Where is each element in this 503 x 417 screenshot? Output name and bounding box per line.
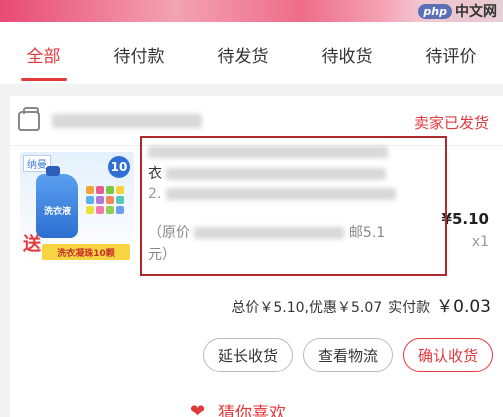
order-card: 卖家已发货 纳曼 10 洗衣液 送 洗衣凝珠10颗 ¥5.10 x1 衣 2. …: [10, 96, 503, 417]
order-tabs: 全部 待付款 待发货 待收货 待评价: [0, 22, 503, 84]
thumb-count-badge: 10: [108, 156, 130, 178]
title-blur-line: [148, 146, 388, 158]
paid-label: 实付款: [388, 300, 431, 316]
tab-pending-shipment[interactable]: 待发货: [214, 23, 273, 85]
tab-pending-review[interactable]: 待评价: [422, 23, 481, 85]
product-thumbnail[interactable]: 纳曼 10 洗衣液 送 洗衣凝珠10颗: [20, 152, 134, 266]
bottle-label: 洗衣液: [44, 207, 72, 217]
watermark-badge: php: [418, 3, 452, 19]
tab-label: 待付款: [113, 46, 165, 67]
shop-icon: [18, 106, 40, 131]
title-blur-line: [165, 188, 396, 200]
extend-receipt-button[interactable]: 延长收货: [202, 338, 293, 372]
order-status: 卖家已发货: [413, 114, 489, 132]
orig-price-suffix: 邮5.1: [348, 225, 386, 241]
tab-label: 待收货: [321, 46, 373, 67]
watermark: php 中文网: [418, 2, 497, 20]
title-blur-line: [166, 168, 387, 180]
guess-you-like: ❤ 猜你喜欢: [190, 399, 286, 417]
total-and-discount: 总价￥5.10,优惠￥5.07: [231, 300, 383, 316]
watermark-text: 中文网: [455, 4, 497, 20]
heart-icon: ❤: [190, 400, 206, 417]
tab-all[interactable]: 全部: [20, 23, 67, 85]
original-price-note: （原价 邮5.1 元）: [148, 222, 442, 266]
confirm-receipt-button[interactable]: 确认收货: [402, 338, 493, 372]
title-fragment: 2.: [148, 186, 162, 202]
quantity: x1: [471, 234, 489, 250]
paid-amount: ￥0.03: [436, 297, 491, 317]
tab-label: 全部: [26, 46, 61, 67]
product-title[interactable]: 衣 2.: [148, 140, 442, 204]
view-logistics-button[interactable]: 查看物流: [302, 338, 393, 372]
orig-price-prefix: （原价: [148, 225, 190, 241]
price-summary: 总价￥5.10,优惠￥5.07 实付款 ￥0.03: [231, 292, 491, 317]
orig-price-blurred: [194, 227, 345, 239]
unit-price: ¥5.10: [441, 210, 489, 228]
orig-price-end: 元）: [148, 247, 176, 263]
tab-label: 待发货: [217, 46, 269, 67]
title-fragment: 衣: [148, 166, 162, 182]
thumb-promo-strip: 洗衣凝珠10颗: [42, 244, 130, 260]
action-buttons: 延长收货 查看物流 确认收货: [202, 338, 493, 372]
tab-label: 待评价: [425, 46, 477, 67]
pod-color-grid: [86, 186, 126, 214]
detergent-bottle-icon: 洗衣液: [36, 166, 78, 238]
guess-label: 猜你喜欢: [218, 404, 286, 417]
shop-name-blurred: [52, 113, 202, 128]
tab-pending-payment[interactable]: 待付款: [110, 23, 169, 85]
tab-pending-receipt[interactable]: 待收货: [318, 23, 377, 85]
